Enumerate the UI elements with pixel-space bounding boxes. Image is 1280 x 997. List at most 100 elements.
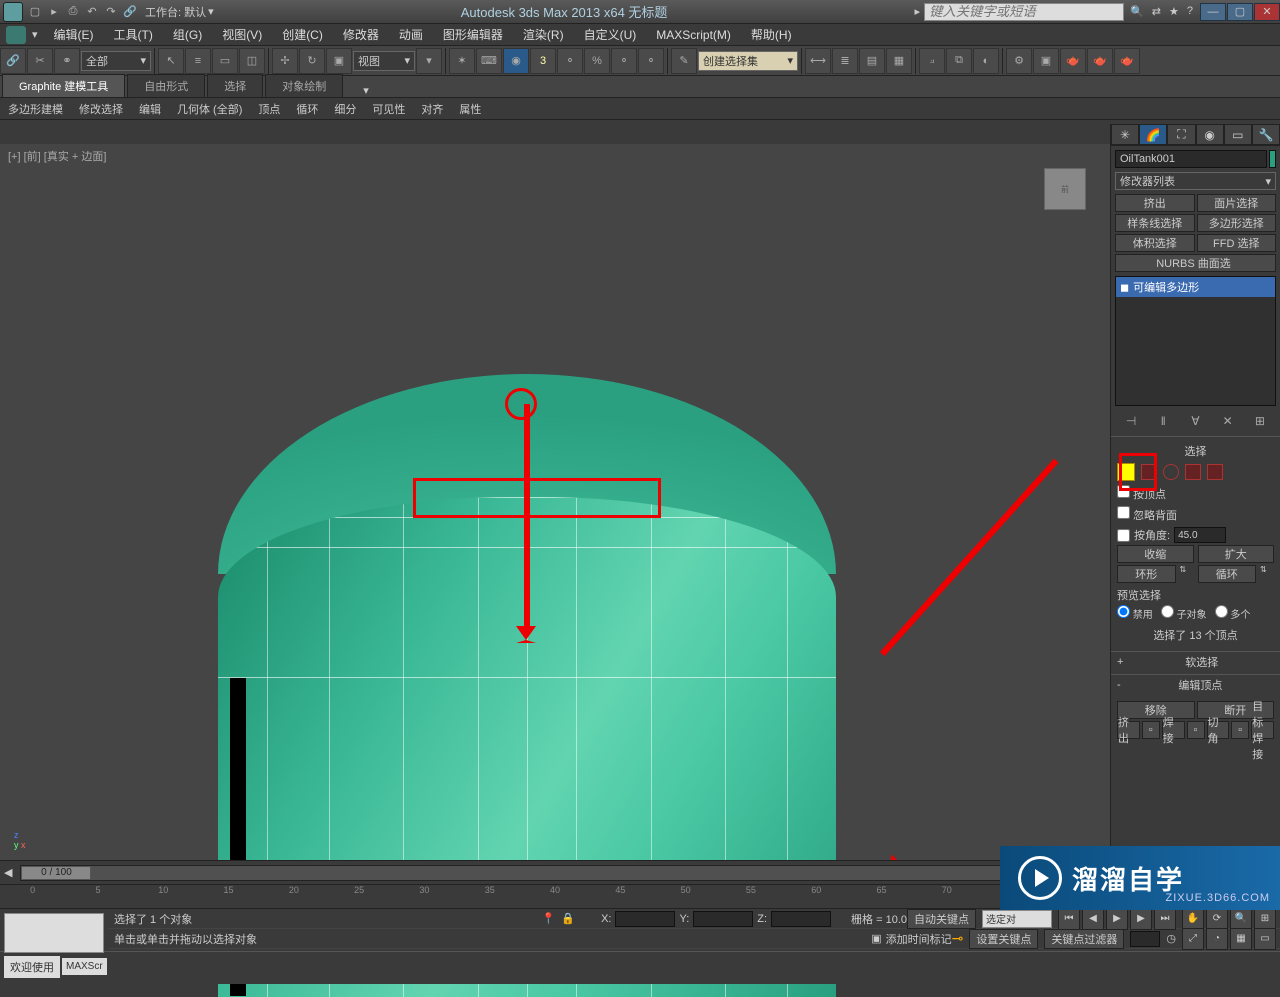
arc-rotate-icon[interactable]: ⟳ [1206,908,1228,930]
viewport-label[interactable]: [+] [前] [真实 + 边面] [8,148,106,164]
chamfer-opt-icon[interactable]: ▫ [1231,721,1249,739]
ref-coord-combo[interactable]: 视图▾ [353,51,415,71]
color-swatch[interactable] [1269,150,1276,168]
track-bar[interactable]: 0510 152025 303540 455055 606570 7580 [0,884,1110,908]
chevron-down-icon[interactable]: ▾ [32,28,38,41]
utilities-tab-icon[interactable]: 🔧 [1252,124,1280,145]
rsub-modify-sel[interactable]: 修改选择 [71,98,131,120]
render-frame-icon[interactable]: ▣ [1033,48,1059,74]
chamfer-button[interactable]: 切角 [1207,721,1230,739]
scale-icon[interactable]: ▣ [326,48,352,74]
snap2-icon[interactable]: ⚬ [638,48,664,74]
select-name-icon[interactable]: ≡ [185,48,211,74]
maxscript-listener[interactable] [4,913,104,953]
align-icon[interactable]: ≣ [832,48,858,74]
maxscript-label[interactable]: MAXScr [62,958,107,975]
radio-subobj[interactable] [1161,605,1174,618]
border-subobj-icon[interactable] [1163,464,1179,480]
rotate-icon[interactable]: ↻ [299,48,325,74]
select-link-icon[interactable]: 🔗 [0,48,26,74]
zoom-ext-icon[interactable]: ⤢ [1182,928,1204,950]
maximize-button[interactable]: ▢ [1227,3,1253,21]
viewport[interactable]: [+] [前] [真实 + 边面] 前 z y x [0,144,1110,860]
ribbon-expand-icon[interactable]: ▾ [363,84,369,97]
configure-icon[interactable]: ⊞ [1251,412,1269,430]
new-icon[interactable]: ▢ [26,4,44,20]
mod-btn-patch[interactable]: 面片选择 [1197,194,1277,212]
star-icon[interactable]: ★ [1169,5,1179,18]
play-icon[interactable]: ▶ [1106,908,1128,930]
menu-edit[interactable]: 编辑(E) [44,23,104,46]
rsub-polymodel[interactable]: 多边形建模 [0,98,71,120]
radio-multi[interactable] [1215,605,1228,618]
hierarchy-tab-icon[interactable]: ⛶ [1167,124,1195,145]
x-input[interactable] [615,911,675,927]
motion-tab-icon[interactable]: ◉ [1196,124,1224,145]
time-handle[interactable]: 0 / 100 [21,866,91,880]
z-input[interactable] [771,911,831,927]
pivot-icon[interactable]: ▾ [416,48,442,74]
menu-graph[interactable]: 图形编辑器 [433,23,513,46]
exchange-icon[interactable]: ⇄ [1152,5,1161,18]
radio-disable[interactable] [1117,605,1130,618]
keyfilter-button[interactable]: 关键点过滤器 [1044,929,1124,949]
percent-snap-icon[interactable]: ⚬ [557,48,583,74]
render-iter-icon[interactable]: 🫖 [1114,48,1140,74]
filter-combo[interactable]: 全部▾ [81,51,151,71]
extrude-button[interactable]: 挤出 [1117,721,1140,739]
object-name-input[interactable] [1115,150,1267,168]
named-sel-combo[interactable]: 创建选择集▾ [698,51,798,71]
rsub-align[interactable]: 对齐 [413,98,451,120]
rect-select-icon[interactable]: ▭ [212,48,238,74]
minimize-button[interactable]: — [1200,3,1226,21]
shrink-button[interactable]: 收缩 [1117,545,1194,563]
bind-icon[interactable]: ⚭ [54,48,80,74]
soft-sel-rollout[interactable]: +软选择 [1111,651,1280,672]
menu-render[interactable]: 渲染(R) [513,23,574,46]
add-time-label[interactable]: 添加时间标记 [886,931,952,947]
mirror-icon[interactable]: ⟷ [805,48,831,74]
material-icon[interactable]: ◐ [973,48,999,74]
zoom-icon[interactable]: 🔍 [1230,908,1252,930]
make-unique-icon[interactable]: ∀ [1186,412,1204,430]
manip-icon[interactable]: ✶ [449,48,475,74]
stack-editpoly[interactable]: ◼可编辑多边形 [1116,277,1275,297]
frame-input[interactable] [1130,931,1160,947]
goto-start-icon[interactable]: ⏮ [1058,908,1080,930]
tag-icon[interactable]: ▣ [871,932,881,945]
pan-icon[interactable]: ✋ [1182,908,1204,930]
select-icon[interactable]: ↖ [158,48,184,74]
ribbon-tab-freeform[interactable]: 自由形式 [127,74,205,97]
menu-customize[interactable]: 自定义(U) [574,23,647,46]
y-input[interactable] [693,911,753,927]
goto-end-icon[interactable]: ⏭ [1154,908,1176,930]
menu-animation[interactable]: 动画 [389,23,433,46]
mod-btn-extrude[interactable]: 挤出 [1115,194,1195,212]
max-toggle-icon[interactable]: ▦ [1230,928,1252,950]
weld-button[interactable]: 焊接 [1162,721,1185,739]
sel-sets-combo[interactable]: 选定对 [982,910,1052,928]
next-frame-icon[interactable]: ▶ [1130,908,1152,930]
snap-toggle-icon[interactable]: ◉ [503,48,529,74]
zoom-all-icon[interactable]: ⊞ [1254,908,1276,930]
loop-button[interactable]: 循环 [1198,565,1257,583]
mod-btn-nurbs[interactable]: NURBS 曲面选 [1115,254,1276,272]
max-logo[interactable] [6,26,26,44]
render-prod-icon[interactable]: 🫖 [1087,48,1113,74]
menu-views[interactable]: 视图(V) [212,23,272,46]
zoom-region-icon[interactable]: ▭ [1254,928,1276,950]
create-tab-icon[interactable]: ✳ [1111,124,1139,145]
rsub-loop[interactable]: 循环 [288,98,326,120]
menu-group[interactable]: 组(G) [163,23,212,46]
rsub-geometry[interactable]: 几何体 (全部) [169,98,250,120]
viewcube[interactable]: 前 [1044,168,1086,210]
rsub-vertex[interactable]: 顶点 [250,98,288,120]
pin-icon[interactable]: ⊣ [1122,412,1140,430]
mod-btn-ffd[interactable]: FFD 选择 [1197,234,1277,252]
modifier-stack[interactable]: ◼可编辑多边形 [1115,276,1276,406]
time-config-icon[interactable]: ◷ [1166,932,1176,945]
workspace-label[interactable]: 工作台: 默认 [145,4,206,20]
angle-spinner[interactable] [1174,527,1226,543]
weld-opt-icon[interactable]: ▫ [1187,721,1205,739]
render-icon[interactable]: 🫖 [1060,48,1086,74]
